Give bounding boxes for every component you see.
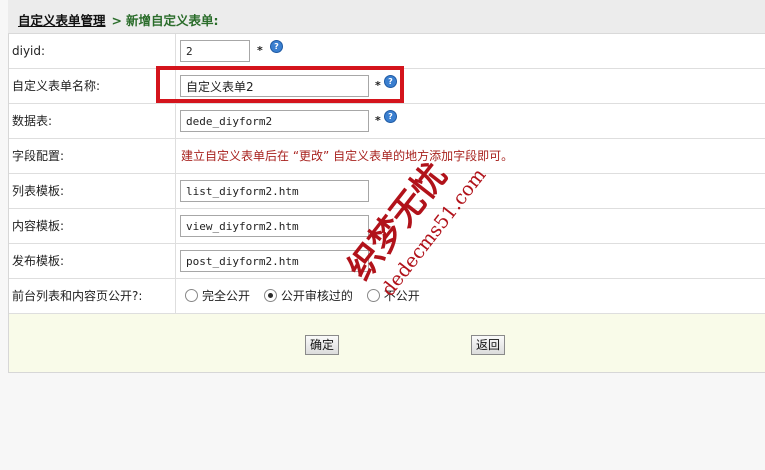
radio-not-public[interactable] <box>366 289 380 302</box>
field-config-note: 建立自定义表单后在 “更改” 自定义表单的地方添加字段即可。 <box>181 149 514 163</box>
row-diyid: diyid: * ? <box>9 34 765 69</box>
radio-public-all[interactable] <box>185 289 198 302</box>
post-template-label: 发布模板: <box>12 244 176 278</box>
confirm-button[interactable]: 确定 <box>305 335 340 355</box>
row-list-template: 列表模板: <box>9 174 765 209</box>
diyid-label: diyid: <box>12 34 176 68</box>
highlight-box <box>156 66 404 103</box>
post-template-input[interactable] <box>180 250 369 272</box>
breadcrumb-separator: > <box>111 13 122 28</box>
list-template-input[interactable] <box>180 180 369 202</box>
required-mark: * <box>257 44 263 57</box>
data-table-input[interactable] <box>180 110 369 132</box>
radio-public-approved[interactable] <box>263 289 277 302</box>
public-radio-group: 完全公开 公开审核过的 不公开 <box>185 279 430 313</box>
help-icon[interactable]: ? <box>384 110 397 123</box>
public-label: 前台列表和内容页公开?: <box>12 279 176 313</box>
back-button[interactable]: 返回 <box>471 335 506 355</box>
radio-public-approved-label[interactable]: 公开审核过的 <box>281 289 353 303</box>
row-public: 前台列表和内容页公开?: 完全公开 公开审核过的 不公开 <box>9 279 765 314</box>
help-icon[interactable]: ? <box>270 40 283 53</box>
breadcrumb: 自定义表单管理 > 新增自定义表单: <box>18 10 219 29</box>
view-template-label: 内容模板: <box>12 209 176 243</box>
diyid-input[interactable] <box>180 40 250 62</box>
view-template-input[interactable] <box>180 215 369 237</box>
form-name-label: 自定义表单名称: <box>12 69 176 103</box>
row-view-template: 内容模板: <box>9 209 765 244</box>
data-table-label: 数据表: <box>12 104 176 138</box>
radio-not-public-label[interactable]: 不公开 <box>384 289 420 303</box>
breadcrumb-current: 新增自定义表单: <box>126 13 219 28</box>
list-template-label: 列表模板: <box>12 174 176 208</box>
row-data-table: 数据表: * ? <box>9 104 765 139</box>
form-footer: 确定 返回 <box>9 314 765 372</box>
breadcrumb-link-form-manage[interactable]: 自定义表单管理 <box>18 13 106 28</box>
page-header: 自定义表单管理 > 新增自定义表单: <box>8 0 765 34</box>
row-field-config: 字段配置: 建立自定义表单后在 “更改” 自定义表单的地方添加字段即可。 <box>9 139 765 174</box>
radio-public-all-label[interactable]: 完全公开 <box>202 289 250 303</box>
required-mark: * <box>375 114 381 127</box>
row-post-template: 发布模板: <box>9 244 765 279</box>
field-config-label: 字段配置: <box>12 139 176 173</box>
